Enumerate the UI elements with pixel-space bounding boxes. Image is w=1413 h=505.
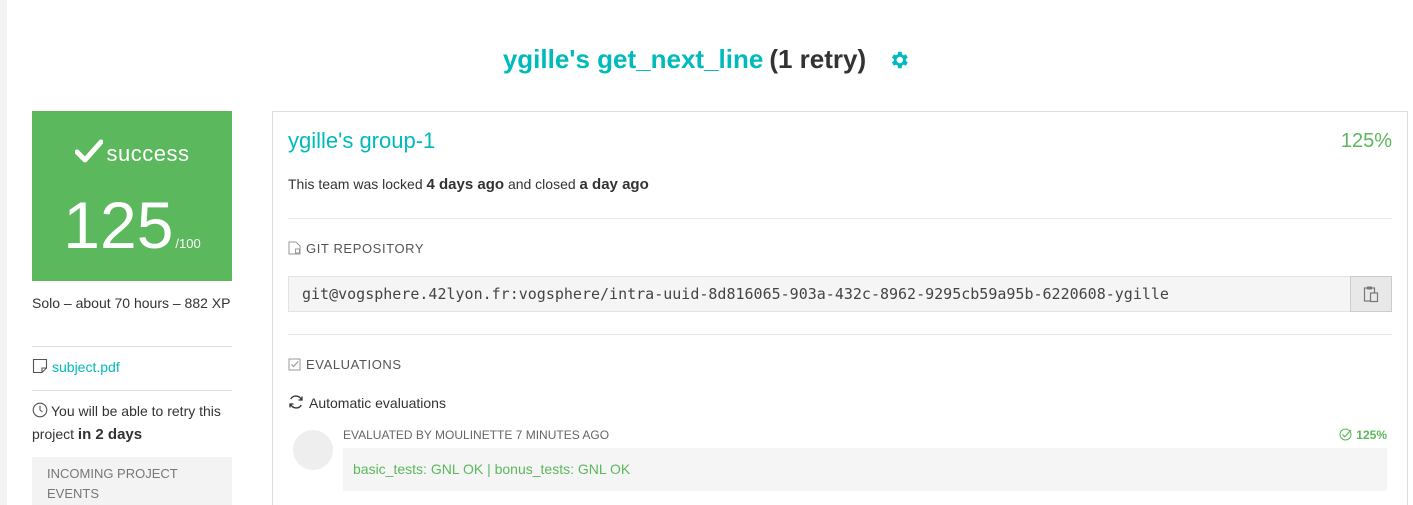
checkbox-icon: [288, 358, 301, 371]
refresh-icon: [289, 395, 303, 409]
clipboard-icon: [1363, 286, 1379, 303]
automatic-evaluations: Automatic evaluations: [288, 393, 446, 413]
automatic-evaluations-label: Automatic evaluations: [309, 395, 446, 411]
team-panel: ygille's group-1 125% This team was lock…: [272, 111, 1408, 505]
git-heading-label: GIT REPOSITORY: [306, 241, 425, 256]
clock-icon: [32, 402, 48, 418]
status-card: success 125/100: [32, 111, 232, 281]
closed-when: a day ago: [579, 176, 649, 193]
score-line: 125/100: [32, 189, 232, 261]
file-icon: [288, 241, 301, 255]
sidebar-divider: [32, 390, 232, 391]
group-name[interactable]: ygille's group-1: [288, 126, 435, 156]
status-label: success: [106, 141, 190, 166]
team-status: This team was locked 4 days ago and clos…: [288, 174, 649, 195]
project-meta: Solo – about 70 hours – 882 XP: [32, 295, 231, 311]
check-icon: [74, 139, 103, 163]
project-name[interactable]: ygille's get_next_line: [503, 44, 764, 74]
git-url[interactable]: git@vogsphere.42lyon.fr:vogsphere/intra-…: [302, 285, 1169, 303]
retry-info: You will be able to retry this project i…: [32, 400, 232, 446]
avatar: [293, 430, 333, 470]
evaluation-score: 125%: [1339, 427, 1387, 443]
section-divider: [288, 218, 1392, 219]
evaluation-result: basic_tests: GNL OK | bonus_tests: GNL O…: [343, 448, 1387, 491]
max-mark: /100: [175, 236, 201, 251]
subject-link[interactable]: subject.pdf: [52, 359, 120, 375]
status-line: success: [32, 139, 232, 168]
check-badge-icon: [1339, 428, 1352, 441]
git-url-field[interactable]: git@vogsphere.42lyon.fr:vogsphere/intra-…: [288, 276, 1392, 312]
evaluation-meta: EVALUATED BY MOULINETTE 7 MINUTES AGO: [343, 428, 610, 442]
final-mark: 125: [63, 188, 174, 262]
sidebar-divider: [32, 346, 232, 347]
locked-when: 4 days ago: [426, 176, 505, 193]
evaluations-heading-label: EVALUATIONS: [306, 357, 402, 372]
subject-row: subject.pdf: [32, 357, 120, 377]
incoming-project-events: INCOMING PROJECT EVENTS: [32, 457, 232, 505]
retry-when: in 2 days: [77, 426, 143, 443]
page-title: ygille's get_next_line (1 retry): [0, 42, 1413, 79]
retry-count: (1 retry): [769, 44, 867, 74]
evaluation-score-value: 125%: [1356, 428, 1387, 442]
gear-icon[interactable]: [888, 45, 910, 79]
closed-prefix: and closed: [507, 176, 576, 192]
section-divider: [288, 334, 1392, 335]
group-percent: 125%: [1340, 130, 1392, 152]
locked-prefix: This team was locked: [288, 176, 423, 192]
git-repository-heading: GIT REPOSITORY: [288, 241, 424, 257]
document-icon: [32, 358, 48, 374]
evaluations-heading: EVALUATIONS: [288, 357, 402, 373]
copy-button[interactable]: [1350, 276, 1392, 312]
